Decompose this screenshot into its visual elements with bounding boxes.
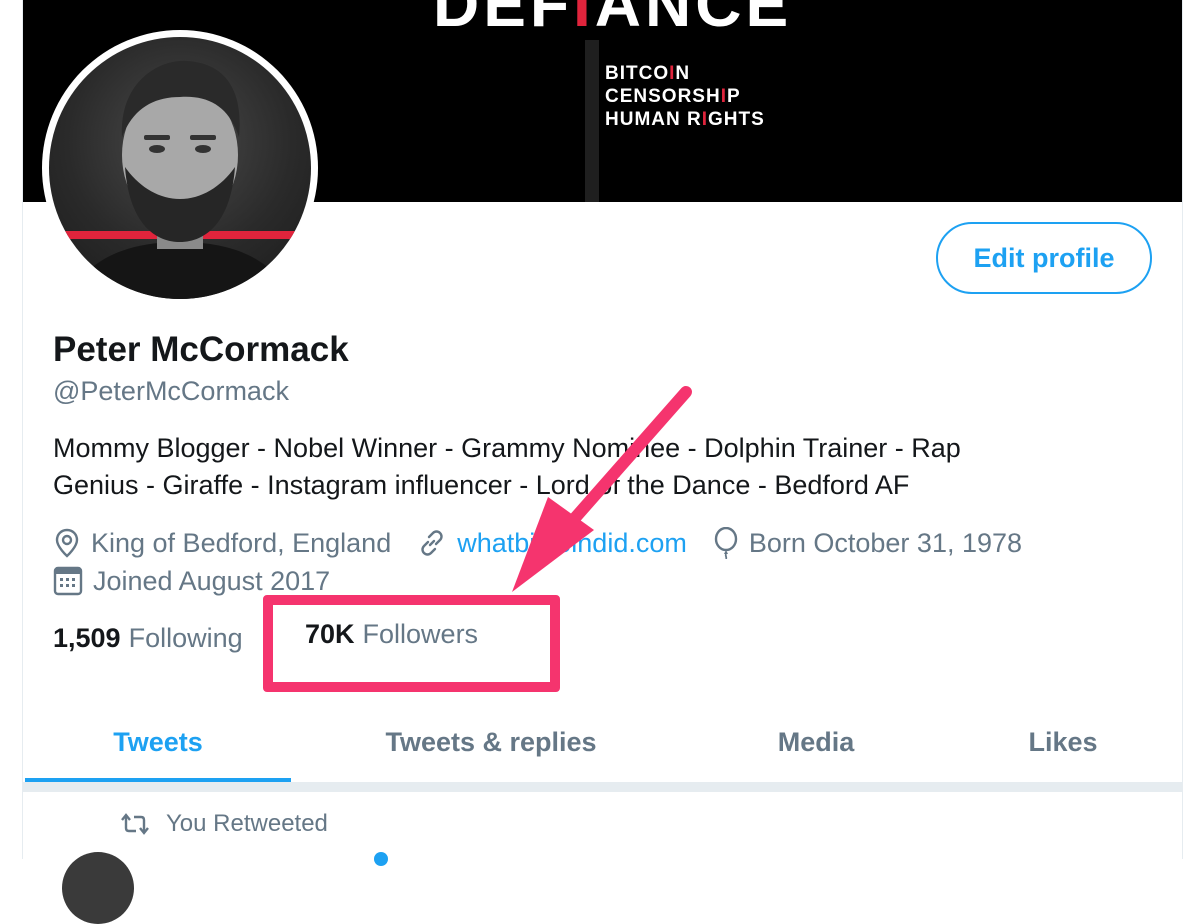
tweet-author-avatar[interactable] (62, 852, 134, 924)
tab-tweets[interactable]: Tweets (25, 702, 291, 782)
tab-likes[interactable]: Likes (1013, 702, 1113, 782)
retweet-label: You Retweeted (166, 810, 328, 837)
profile-tabs: Tweets Tweets & replies Media Likes (23, 702, 1182, 783)
retweet-context: You Retweeted (120, 810, 328, 838)
feed-separator (23, 782, 1182, 792)
tab-media[interactable]: Media (751, 702, 881, 782)
retweet-icon (121, 813, 149, 835)
verified-badge-icon (374, 852, 388, 866)
tab-tweets-replies[interactable]: Tweets & replies (363, 702, 619, 782)
